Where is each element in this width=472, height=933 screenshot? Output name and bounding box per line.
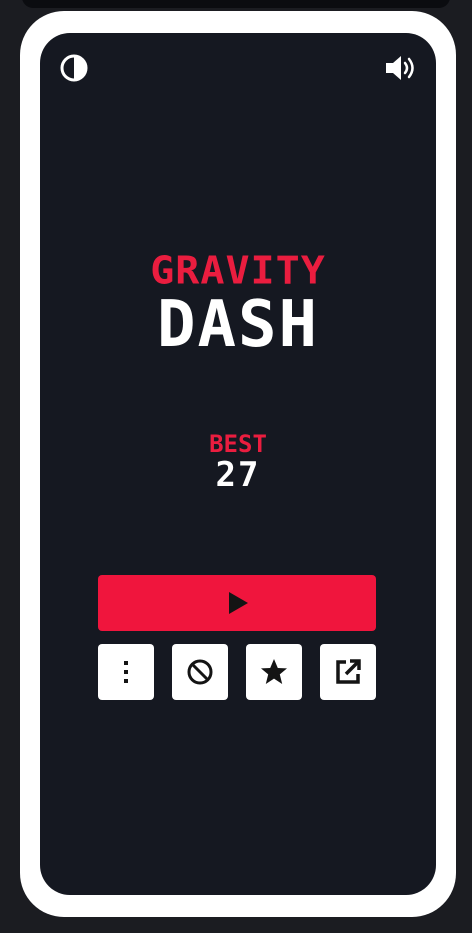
remove-ads-button[interactable] — [172, 644, 228, 700]
logo-title-main: DASH — [156, 288, 320, 362]
sound-toggle-button[interactable] — [382, 52, 420, 84]
contrast-icon — [60, 54, 88, 82]
action-buttons-row — [98, 644, 376, 700]
theme-toggle-button[interactable] — [58, 52, 90, 84]
best-score: BEST 27 — [40, 431, 436, 493]
game-logo: GRAVITY DASH — [40, 251, 436, 357]
more-vertical-icon — [124, 661, 128, 683]
play-button[interactable] — [98, 575, 376, 631]
rate-button[interactable] — [246, 644, 302, 700]
device-top-bezel — [22, 0, 450, 8]
game-screen: GRAVITY DASH BEST 27 — [40, 33, 436, 895]
star-icon — [261, 659, 287, 684]
volume-icon — [386, 56, 414, 80]
share-icon — [336, 659, 361, 684]
more-options-button[interactable] — [98, 644, 154, 700]
best-score-label: BEST — [209, 430, 267, 458]
logo-title-top: GRAVITY — [150, 249, 326, 293]
best-score-value: 27 — [215, 455, 261, 495]
play-icon — [229, 592, 248, 614]
no-ads-icon — [187, 659, 213, 685]
share-button[interactable] — [320, 644, 376, 700]
